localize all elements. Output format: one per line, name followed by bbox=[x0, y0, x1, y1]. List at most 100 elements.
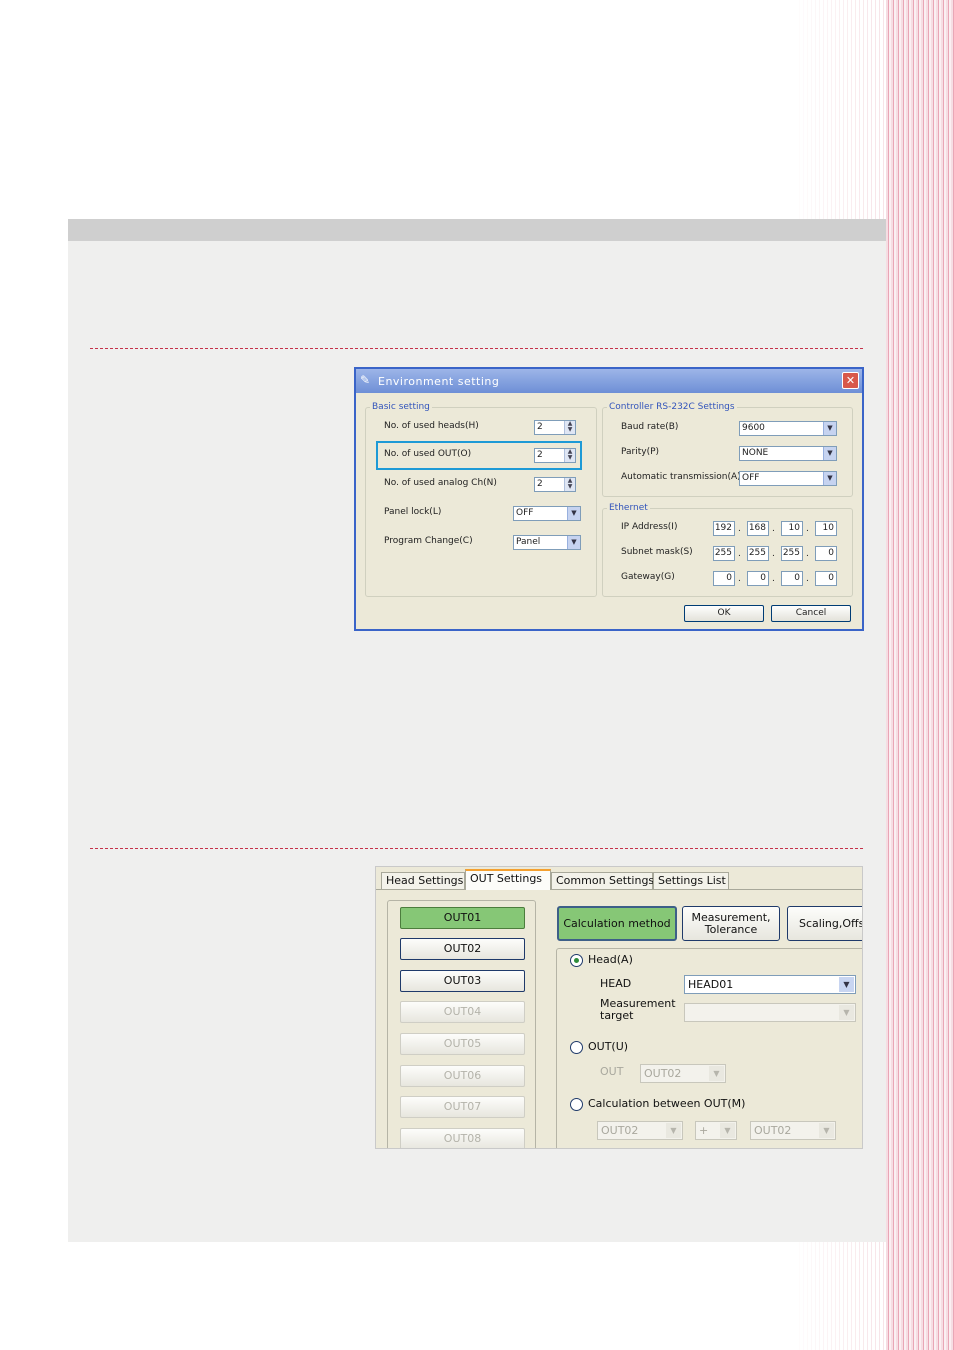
out-button[interactable]: OUT03 bbox=[400, 970, 525, 992]
ok-button[interactable]: OK bbox=[684, 605, 764, 622]
baud-select[interactable]: 9600 ▼ bbox=[739, 421, 837, 436]
calc-out-a-select[interactable]: OUT02 ▼ bbox=[597, 1121, 683, 1140]
measurement-target-label-2: target bbox=[600, 1009, 634, 1022]
auto-transmission-value: OFF bbox=[742, 473, 760, 483]
analog-value: 2 bbox=[537, 479, 543, 489]
calculation-method-button[interactable]: Calculation method bbox=[557, 906, 677, 941]
measurement-tolerance-label-2: Tolerance bbox=[704, 923, 758, 936]
scaling-offset-button[interactable]: Scaling,Offs bbox=[787, 906, 862, 941]
close-button[interactable]: ✕ bbox=[842, 372, 859, 389]
tab-out-settings[interactable]: OUT Settings bbox=[465, 869, 551, 890]
subnet-octet[interactable]: 255 bbox=[713, 546, 735, 561]
radio-selected-dot bbox=[574, 958, 579, 963]
auto-transmission-select[interactable]: OFF ▼ bbox=[739, 471, 837, 486]
head-label: HEAD bbox=[600, 977, 632, 990]
section-divider bbox=[90, 848, 863, 849]
parity-label: Parity(P) bbox=[621, 447, 660, 457]
calc-operator-select[interactable]: + ▼ bbox=[695, 1121, 737, 1140]
subnet-octet[interactable]: 255 bbox=[747, 546, 769, 561]
calc-out-b-select[interactable]: OUT02 ▼ bbox=[750, 1121, 836, 1140]
head-radio-label: Head(A) bbox=[588, 953, 633, 966]
chevron-down-icon[interactable]: ▼ bbox=[567, 507, 580, 520]
out-radio[interactable] bbox=[570, 1041, 583, 1054]
basic-setting-group bbox=[365, 407, 597, 597]
program-change-select[interactable]: Panel ▼ bbox=[513, 535, 581, 550]
analog-spinner[interactable]: 2 ▲ ▼ bbox=[534, 477, 576, 492]
heads-spinner[interactable]: 2 ▲ ▼ bbox=[534, 420, 576, 435]
octet-separator: . bbox=[772, 549, 775, 559]
section-divider bbox=[90, 348, 863, 349]
out-settings-window: Head Settings OUT Settings Common Settin… bbox=[375, 866, 863, 1149]
out-button[interactable]: OUT02 bbox=[400, 938, 525, 960]
chevron-down-icon[interactable]: ▼ bbox=[720, 1123, 735, 1138]
chevron-down-icon[interactable]: ▼ bbox=[567, 536, 580, 549]
spinner-arrows-icon[interactable]: ▲ ▼ bbox=[564, 421, 575, 434]
tab-head-settings[interactable]: Head Settings bbox=[381, 872, 465, 889]
calc-out-b-value: OUT02 bbox=[754, 1124, 792, 1137]
baud-label: Baud rate(B) bbox=[621, 422, 679, 432]
out-button[interactable]: OUT01 bbox=[400, 907, 525, 929]
head-value: HEAD01 bbox=[688, 978, 734, 991]
ip-octet[interactable]: 168 bbox=[747, 521, 769, 536]
calc-between-label: Calculation between OUT(M) bbox=[588, 1097, 746, 1110]
chevron-down-icon[interactable]: ▼ bbox=[839, 1005, 854, 1020]
out-button[interactable]: OUT05 bbox=[400, 1033, 525, 1055]
cancel-button[interactable]: Cancel bbox=[771, 605, 851, 622]
octet-separator: . bbox=[738, 549, 741, 559]
tab-settings-list[interactable]: Settings List bbox=[653, 872, 729, 889]
gateway-label: Gateway(G) bbox=[621, 572, 675, 582]
chevron-down-icon[interactable]: ▼ bbox=[823, 472, 836, 485]
app-icon: ✎ bbox=[360, 373, 371, 387]
spinner-arrows-icon[interactable]: ▲ ▼ bbox=[564, 449, 575, 462]
out-button[interactable]: OUT08 bbox=[400, 1128, 525, 1148]
baud-value: 9600 bbox=[742, 423, 765, 433]
out-count-spinner[interactable]: 2 ▲ ▼ bbox=[534, 448, 576, 463]
parity-select[interactable]: NONE ▼ bbox=[739, 446, 837, 461]
ip-octet[interactable]: 10 bbox=[781, 521, 803, 536]
octet-separator: . bbox=[772, 574, 775, 584]
chevron-down-icon[interactable]: ▼ bbox=[823, 422, 836, 435]
out-select[interactable]: OUT02 ▼ bbox=[640, 1064, 726, 1083]
measurement-target-select[interactable]: ▼ bbox=[684, 1003, 856, 1022]
head-select[interactable]: HEAD01 ▼ bbox=[684, 975, 856, 994]
decorative-stripe-edge bbox=[886, 0, 954, 1350]
out-button[interactable]: OUT06 bbox=[400, 1065, 525, 1087]
calc-between-radio[interactable] bbox=[570, 1098, 583, 1111]
ip-octet[interactable]: 10 bbox=[815, 521, 837, 536]
program-change-label: Program Change(C) bbox=[384, 536, 473, 546]
environment-setting-dialog: ✎ Environment setting ✕ Basic setting No… bbox=[354, 367, 864, 631]
out-button[interactable]: OUT04 bbox=[400, 1001, 525, 1023]
rs232c-label: Controller RS-232C Settings bbox=[607, 402, 737, 412]
subnet-octet[interactable]: 0 bbox=[815, 546, 837, 561]
chevron-down-icon[interactable]: ▼ bbox=[823, 447, 836, 460]
gateway-octet[interactable]: 0 bbox=[815, 571, 837, 586]
ip-octet[interactable]: 192 bbox=[713, 521, 735, 536]
measurement-tolerance-button[interactable]: Measurement, Tolerance bbox=[682, 906, 780, 941]
gateway-octet[interactable]: 0 bbox=[747, 571, 769, 586]
head-radio[interactable] bbox=[570, 954, 583, 967]
out-value: OUT02 bbox=[644, 1067, 682, 1080]
spinner-arrows-icon[interactable]: ▲ ▼ bbox=[564, 478, 575, 491]
octet-separator: . bbox=[806, 524, 809, 534]
out-radio-label: OUT(U) bbox=[588, 1040, 629, 1053]
analog-label: No. of used analog Ch(N) bbox=[384, 478, 497, 488]
measurement-target-label: Measurement target bbox=[600, 998, 676, 1022]
gateway-octet[interactable]: 0 bbox=[713, 571, 735, 586]
out-label: OUT bbox=[600, 1065, 624, 1078]
chevron-down-icon[interactable]: ▼ bbox=[839, 977, 854, 992]
out-button[interactable]: OUT07 bbox=[400, 1096, 525, 1118]
tab-common-settings[interactable]: Common Settings bbox=[551, 872, 654, 889]
octet-separator: . bbox=[738, 574, 741, 584]
panel-lock-select[interactable]: OFF ▼ bbox=[513, 506, 581, 521]
octet-separator: . bbox=[806, 574, 809, 584]
out-count-label: No. of used OUT(O) bbox=[384, 449, 472, 459]
subnet-octet[interactable]: 255 bbox=[781, 546, 803, 561]
chevron-down-icon[interactable]: ▼ bbox=[666, 1123, 681, 1138]
calc-out-a-value: OUT02 bbox=[601, 1124, 639, 1137]
chevron-down-icon[interactable]: ▼ bbox=[709, 1066, 724, 1081]
gateway-octet[interactable]: 0 bbox=[781, 571, 803, 586]
chevron-down-icon[interactable]: ▼ bbox=[819, 1123, 834, 1138]
heads-value: 2 bbox=[537, 422, 543, 432]
ethernet-label: Ethernet bbox=[607, 503, 650, 513]
calc-operator-value: + bbox=[699, 1124, 709, 1137]
